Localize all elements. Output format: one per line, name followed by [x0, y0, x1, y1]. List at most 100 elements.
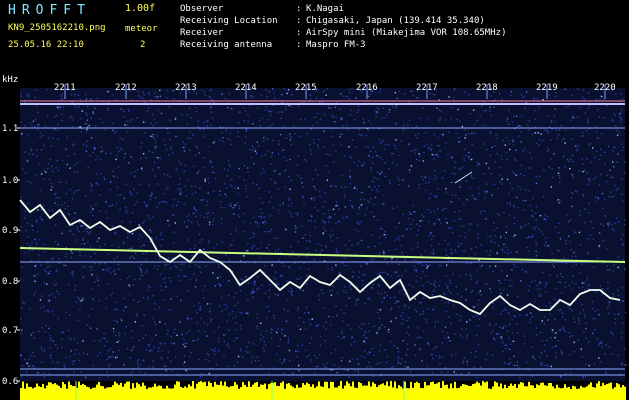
- noise-dot: [277, 111, 280, 113]
- noise-dot: [258, 359, 260, 362]
- noise-dot: [395, 123, 397, 125]
- noise-dot: [365, 134, 367, 137]
- noise-dot: [164, 281, 166, 284]
- noise-dot: [197, 338, 200, 340]
- audio-level-tick: [444, 385, 446, 400]
- noise-dot: [340, 309, 343, 311]
- noise-dot: [128, 110, 130, 112]
- noise-dot: [506, 225, 508, 227]
- noise-dot: [501, 338, 504, 341]
- noise-dot: [399, 291, 401, 293]
- noise-dot: [379, 156, 381, 158]
- noise-dot: [575, 191, 578, 193]
- noise-dot: [48, 178, 51, 180]
- noise-dot: [99, 263, 101, 265]
- noise-dot: [109, 181, 112, 183]
- noise-dot: [438, 243, 441, 245]
- noise-dot: [583, 98, 585, 100]
- noise-dot: [587, 287, 590, 290]
- noise-dot: [608, 305, 610, 307]
- noise-dot: [528, 285, 531, 288]
- noise-dot: [577, 148, 579, 150]
- noise-dot: [514, 315, 516, 317]
- noise-dot: [267, 230, 269, 233]
- noise-dot: [364, 341, 366, 344]
- noise-dot: [237, 135, 239, 137]
- noise-dot: [190, 352, 192, 354]
- noise-dot: [501, 98, 503, 101]
- noise-dot: [111, 244, 113, 247]
- noise-dot: [296, 227, 298, 229]
- noise-dot: [512, 138, 514, 141]
- noise-dot: [53, 314, 55, 316]
- noise-dot: [219, 305, 221, 307]
- noise-dot: [238, 207, 240, 210]
- noise-dot: [172, 242, 175, 244]
- noise-dot: [587, 237, 590, 240]
- noise-dot: [445, 311, 447, 313]
- noise-dot: [350, 109, 352, 111]
- noise-dot: [560, 281, 562, 284]
- noise-dot: [500, 235, 502, 238]
- noise-dot: [616, 161, 618, 163]
- noise-dot: [408, 218, 410, 220]
- noise-dot: [247, 114, 249, 116]
- noise-dot: [550, 158, 552, 160]
- noise-dot: [557, 222, 560, 225]
- noise-dot: [40, 173, 43, 175]
- noise-dot: [586, 171, 588, 174]
- noise-dot: [536, 288, 539, 290]
- noise-dot: [251, 246, 253, 248]
- noise-dot: [585, 130, 588, 132]
- noise-dot: [570, 218, 572, 221]
- noise-dot: [587, 118, 589, 120]
- noise-dot: [548, 245, 550, 247]
- noise-dot: [493, 222, 495, 224]
- noise-dot: [206, 200, 209, 203]
- noise-dot: [231, 185, 233, 188]
- noise-dot: [274, 249, 277, 252]
- noise-dot: [197, 126, 200, 128]
- noise-dot: [586, 277, 589, 279]
- noise-dot: [61, 346, 63, 348]
- noise-dot: [505, 344, 507, 346]
- noise-dot: [462, 336, 464, 339]
- noise-dot: [398, 222, 400, 224]
- noise-dot: [159, 157, 161, 159]
- noise-dot: [65, 181, 67, 184]
- noise-dot: [182, 146, 185, 149]
- noise-dot: [105, 307, 107, 310]
- noise-dot: [431, 293, 434, 296]
- noise-dot: [69, 167, 71, 169]
- noise-dot: [202, 167, 205, 169]
- noise-dot: [203, 121, 205, 124]
- noise-dot: [148, 345, 150, 347]
- noise-dot: [563, 328, 565, 330]
- noise-dot: [405, 228, 408, 230]
- noise-dot: [571, 255, 573, 258]
- noise-dot: [159, 285, 162, 287]
- noise-dot: [515, 251, 518, 253]
- noise-dot: [256, 325, 258, 327]
- noise-dot: [331, 240, 333, 242]
- noise-dot: [43, 169, 45, 171]
- noise-dot: [436, 188, 439, 190]
- noise-dot: [143, 220, 145, 223]
- noise-dot: [519, 173, 522, 175]
- noise-dot: [48, 311, 50, 313]
- noise-dot: [324, 230, 327, 232]
- noise-dot: [248, 351, 251, 353]
- noise-dot: [310, 337, 312, 339]
- noise-dot: [279, 173, 281, 175]
- noise-dot: [294, 133, 297, 135]
- noise-dot: [504, 237, 507, 239]
- noise-dot: [496, 227, 498, 229]
- noise-dot: [129, 221, 131, 223]
- noise-dot: [344, 244, 347, 246]
- noise-dot: [416, 223, 418, 225]
- noise-dot: [322, 292, 324, 294]
- noise-dot: [506, 294, 509, 296]
- audio-level-tick: [450, 383, 452, 400]
- noise-dot: [223, 334, 225, 336]
- noise-dot: [561, 140, 563, 143]
